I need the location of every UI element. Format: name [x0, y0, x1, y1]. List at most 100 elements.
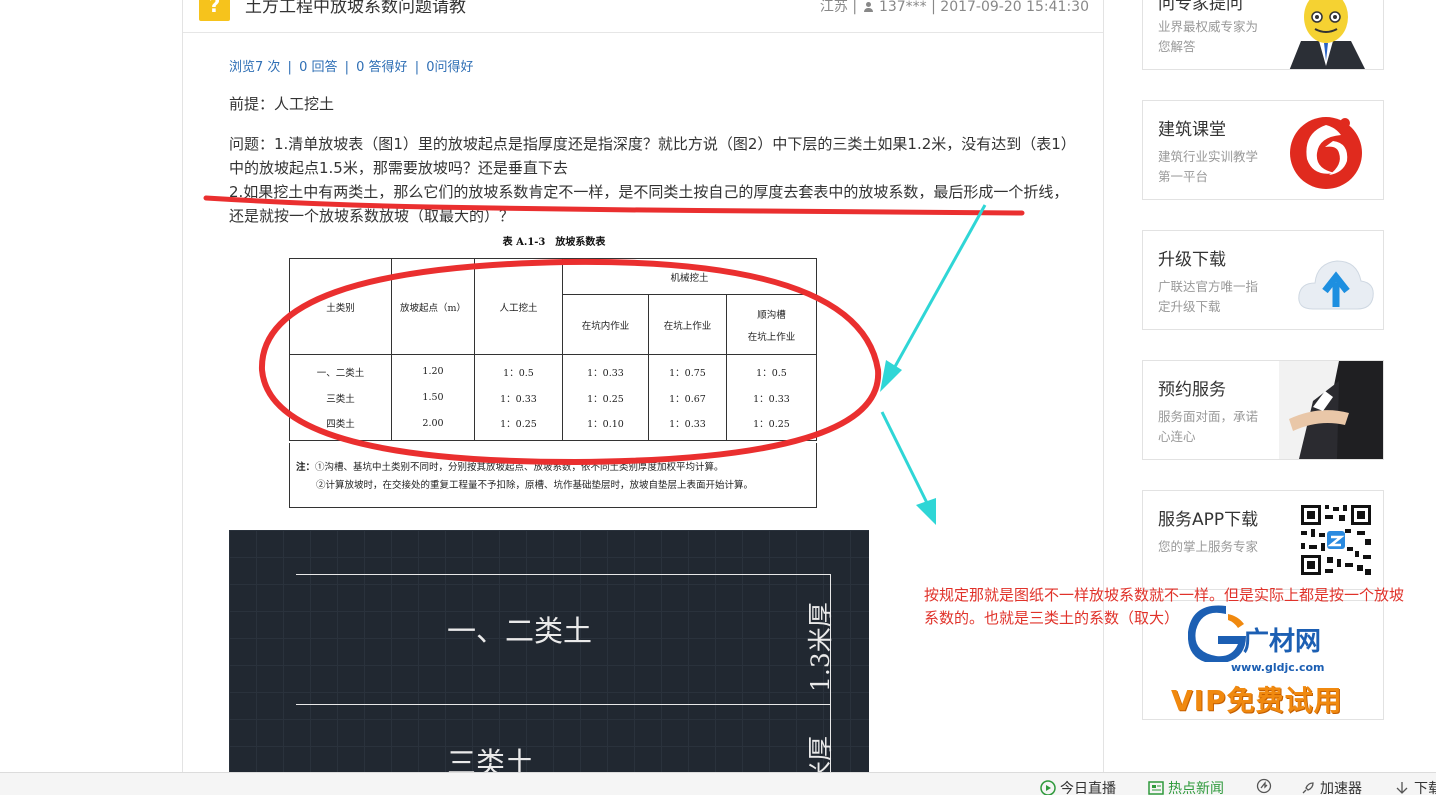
- question-badge-icon: ?: [199, 0, 230, 21]
- th-on-pit: 在坑上作业: [648, 294, 727, 355]
- sidebar-item-app-download[interactable]: 服务APP下载 您的掌上服务专家: [1142, 490, 1384, 590]
- rocket-icon: [1302, 782, 1314, 794]
- question-body: 前提：人工挖土 问题：1.清单放坡表（图1）里的放坡起点是指厚度还是指深度？就比…: [229, 92, 1079, 228]
- cell-trench: 1：0.33: [726, 384, 817, 411]
- table-caption: 表 A.1-3 放坡系数表: [502, 237, 606, 248]
- sidebar-title: 问专家提问: [1158, 0, 1243, 14]
- sidebar-title: 预约服务: [1158, 380, 1226, 400]
- qr-code-icon: [1299, 503, 1373, 577]
- cell-in-pit: 1：0.10: [562, 410, 649, 441]
- bottom-label-download: 下载: [1414, 781, 1436, 795]
- stat-separator: |: [287, 60, 292, 75]
- bottom-label-news: 热点新闻: [1168, 781, 1224, 795]
- page-root: ? 土方工程中放坡系数问题请教 江苏 | 137*** | 2017-09-20…: [0, 0, 1436, 795]
- stat-answers[interactable]: 0 回答: [299, 60, 337, 75]
- download-arrow-icon: [1396, 782, 1408, 794]
- sidebar-desc: 服务面对面，承诺心连心: [1158, 409, 1259, 444]
- cell-start: 2.00: [391, 410, 475, 441]
- th-start-point: 放坡起点（m）: [391, 258, 475, 355]
- bottom-toolbar: 今日直播 热点新闻 加速器 下载: [0, 772, 1436, 795]
- classroom-swirl-icon: [1290, 117, 1362, 189]
- play-circle-icon: [1040, 780, 1056, 795]
- bottom-item-tool[interactable]: [1256, 778, 1276, 795]
- bottom-item-accelerator[interactable]: 加速器: [1300, 778, 1362, 795]
- note-label: 注：: [296, 462, 316, 473]
- cell-start: 1.50: [391, 384, 475, 411]
- th-trench-line1: 顺沟槽: [757, 309, 786, 321]
- th-trench-line2: 在坑上作业: [747, 331, 796, 343]
- question-header: ? 土方工程中放坡系数问题请教 江苏 | 137*** | 2017-09-20…: [183, 0, 1103, 33]
- cell-on-pit: 1：0.67: [648, 384, 727, 411]
- question-2-text: 2.如果挖土中有两类土，那么它们的放坡系数肯定不一样，是不同类土按自己的厚度去套…: [229, 183, 1069, 225]
- cell-trench: 1：0.25: [726, 410, 817, 441]
- sidebar-title: 建筑课堂: [1158, 120, 1226, 140]
- note-1-text: ①沟槽、基坑中土类别不同时，分别按其放坡起点、放坡系数，依不同土类别厚度加权平均…: [315, 462, 724, 473]
- handshake-icon: [1279, 361, 1383, 459]
- cell-on-pit: 1：0.75: [648, 354, 727, 385]
- th-machine: 机械挖土: [562, 258, 817, 295]
- sidebar-item-service[interactable]: 预约服务 服务面对面，承诺心连心: [1142, 360, 1384, 460]
- slope-table-image: 表 A.1-3 放坡系数表 土类别 放坡起点（m） 人工挖土 机械挖土 在坑内作…: [289, 233, 819, 509]
- cad-label-layer1: 一、二类土: [447, 614, 593, 648]
- cad-dimension-bottom: 米厚: [806, 735, 835, 775]
- bottom-label-accelerator: 加速器: [1320, 781, 1362, 795]
- sidebar-desc: 建筑行业实训教学第一平台: [1158, 149, 1259, 184]
- vip-free-trial[interactable]: VIP免费试用: [1171, 679, 1343, 719]
- question-card: ? 土方工程中放坡系数问题请教 江苏 | 137*** | 2017-09-20…: [182, 0, 1104, 780]
- stat-helpful[interactable]: 0问得好: [426, 60, 473, 75]
- th-trench: 顺沟槽 在坑上作业: [726, 294, 817, 355]
- tool-icon: [1256, 778, 1272, 794]
- table-row: 四类土 2.00 1：0.25 1：0.10 1：0.33 1：0.25: [289, 410, 817, 441]
- note-1: 注：①沟槽、基坑中土类别不同时，分别按其放坡起点、放坡系数，依不同土类别厚度加权…: [296, 459, 810, 477]
- table-row: 三类土 1.50 1：0.33 1：0.25 1：0.67 1：0.33: [289, 384, 817, 411]
- gldjc-url: www.gldjc.com: [1231, 661, 1325, 674]
- expert-mascot-icon: [1289, 0, 1365, 69]
- sidebar-item-classroom[interactable]: 建筑课堂 建筑行业实训教学第一平台: [1142, 100, 1384, 200]
- user-icon: [863, 2, 873, 12]
- cell-on-pit: 1：0.33: [648, 410, 727, 441]
- table-notes: 注：①沟槽、基坑中土类别不同时，分别按其放坡起点、放坡系数，依不同土类别厚度加权…: [289, 443, 817, 508]
- slope-coefficient-table: 土类别 放坡起点（m） 人工挖土 机械挖土 在坑内作业 在坑上作业 顺沟槽 在坑…: [289, 258, 817, 441]
- cell-manual: 1：0.5: [474, 354, 563, 385]
- sidebar-desc: 您的掌上服务专家: [1158, 539, 1259, 554]
- meta-time: | 2017-09-20 15:41:30: [931, 0, 1089, 15]
- cad-dimension-top: 1.3米厚: [806, 602, 835, 692]
- question-meta: 江苏 | 137*** | 2017-09-20 15:41:30: [820, 0, 1089, 16]
- th-manual: 人工挖土: [474, 258, 563, 355]
- cell-in-pit: 1：0.25: [562, 384, 649, 411]
- sidebar-title: 服务APP下载: [1158, 510, 1259, 530]
- premise-text: 前提：人工挖土: [229, 95, 335, 113]
- cad-label-layer2: 三类土: [447, 746, 535, 775]
- meta-user[interactable]: 137***: [879, 0, 927, 15]
- cloud-upload-icon: [1298, 260, 1374, 310]
- cad-line-middle: [296, 704, 831, 705]
- cad-drawing-image: 一、二类土 三类土 1.3米厚 米厚: [229, 530, 869, 775]
- bottom-item-download[interactable]: 下载: [1394, 778, 1436, 795]
- stat-separator: |: [344, 60, 350, 75]
- sidebar-item-ask-expert[interactable]: 问专家提问 业界最权威专家为您解答: [1142, 0, 1384, 70]
- meta-region: 江苏 |: [819, 0, 858, 15]
- stat-good-answers[interactable]: 0 答得好: [356, 60, 407, 75]
- sidebar-item-upgrade[interactable]: 升级下载 广联达官方唯一指定升级下载: [1142, 230, 1384, 330]
- cell-soil: 四类土: [289, 410, 392, 441]
- cell-in-pit: 1：0.33: [562, 354, 649, 385]
- bottom-item-live[interactable]: 今日直播: [1040, 778, 1116, 795]
- bottom-item-news[interactable]: 热点新闻: [1148, 778, 1224, 795]
- stat-views: 浏览7 次: [229, 60, 281, 75]
- question-1-text: 问题：1.清单放坡表（图1）里的放坡起点是指厚度还是指深度？就比方说（图2）中下…: [229, 135, 1076, 177]
- bottom-label-live: 今日直播: [1060, 781, 1116, 795]
- th-in-pit: 在坑内作业: [562, 294, 649, 355]
- question-stats: 浏览7 次 | 0 回答 | 0 答得好 | 0问得好: [229, 56, 474, 75]
- table-row: 一、二类土 1.20 1：0.5 1：0.33 1：0.75 1：0.5: [289, 354, 817, 385]
- sidebar-title: 升级下载: [1158, 250, 1226, 270]
- cell-manual: 1：0.33: [474, 384, 563, 411]
- cell-trench: 1：0.5: [726, 354, 817, 385]
- news-icon: [1148, 781, 1164, 795]
- annotation-note: 按规定那就是图纸不一样放坡系数就不一样。但是实际上都是按一个放坡系数的。也就是三…: [924, 586, 1405, 627]
- stat-separator: |: [414, 60, 420, 75]
- cell-manual: 1：0.25: [474, 410, 563, 441]
- sidebar-desc: 广联达官方唯一指定升级下载: [1158, 279, 1259, 314]
- cell-start: 1.20: [391, 354, 475, 385]
- cad-line-top: [296, 574, 831, 575]
- cell-soil: 三类土: [289, 384, 392, 411]
